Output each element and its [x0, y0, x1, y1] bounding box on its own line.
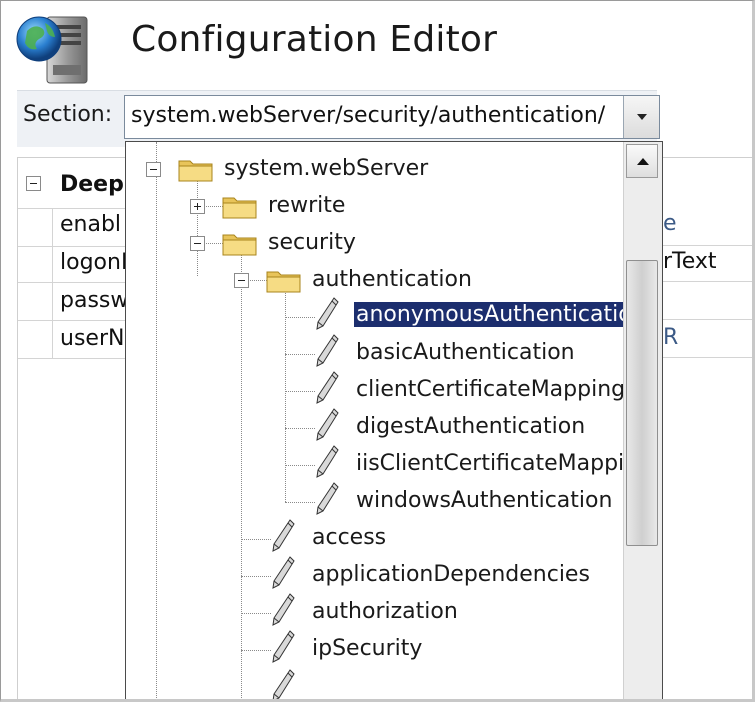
pencil-icon [316, 334, 339, 367]
iis-globe-server-icon [16, 16, 88, 84]
expand-icon[interactable] [190, 199, 205, 214]
pencil-icon [316, 371, 339, 404]
tree-node-label[interactable]: system.webServer [224, 156, 428, 181]
pencil-icon [316, 408, 339, 441]
grid-row-name: passw [60, 288, 129, 313]
collapse-icon[interactable] [190, 236, 205, 251]
collapse-icon[interactable] [146, 162, 161, 177]
scroll-up-button[interactable] [626, 144, 658, 178]
pencil-icon [272, 556, 295, 589]
tree-node-label[interactable]: windowsAuthentication [356, 488, 612, 513]
tree-node-label[interactable]: digestAuthentication [356, 414, 585, 439]
page-title: Configuration Editor [131, 19, 498, 60]
tree-scrollbar[interactable] [623, 142, 662, 699]
pencil-icon [272, 630, 295, 663]
tree-node-label[interactable]: iisClientCertificateMappir [356, 451, 626, 476]
tree-view: system.webServer rewrite security authen… [126, 142, 626, 699]
pencil-icon [272, 669, 295, 699]
folder-icon [178, 160, 213, 182]
folder-icon [222, 197, 257, 219]
folder-icon [266, 271, 301, 293]
section-dropdown-tree[interactable]: system.webServer rewrite security authen… [125, 141, 663, 699]
collapse-icon[interactable] [234, 273, 249, 288]
grid-row-name: userN [60, 326, 125, 351]
tree-node-label[interactable]: anonymousAuthenticatio [354, 302, 626, 327]
tree-node-label[interactable]: clientCertificateMapping [356, 377, 625, 402]
chevron-up-icon [637, 158, 649, 165]
grid-group-label: Deep [60, 172, 124, 197]
tree-node-label[interactable]: authentication [312, 267, 472, 292]
grid-row-value: rText [663, 249, 717, 274]
pencil-icon [272, 593, 295, 626]
grid-row-value: e [663, 211, 677, 236]
pencil-icon [272, 519, 295, 552]
tree-node-label[interactable]: authorization [312, 599, 458, 624]
section-dropdown-button[interactable] [623, 96, 659, 138]
pencil-icon [316, 445, 339, 478]
property-grid-values: e rText R [661, 157, 752, 367]
pencil-icon [316, 482, 339, 515]
section-combobox[interactable]: system.webServer/security/authentication… [124, 95, 660, 139]
section-combobox-value: system.webServer/security/authentication… [131, 103, 606, 128]
tree-node-label[interactable]: rewrite [268, 193, 345, 218]
property-grid: Deep enabl logonI passw userN [17, 157, 129, 699]
section-label: Section: [23, 102, 113, 127]
collapse-icon[interactable] [26, 176, 41, 191]
tree-node-label[interactable]: security [268, 230, 356, 255]
scrollbar-thumb[interactable] [626, 260, 658, 546]
grid-row-name: enabl [60, 212, 122, 237]
tree-node-label[interactable]: basicAuthentication [356, 340, 575, 365]
folder-icon [222, 234, 257, 256]
chevron-down-icon [637, 114, 647, 120]
grid-row-name: logonI [60, 250, 128, 275]
pencil-icon [316, 297, 339, 330]
tree-node-label[interactable]: applicationDependencies [312, 562, 590, 587]
grid-row-value: R [663, 325, 679, 350]
tree-node-label[interactable]: ipSecurity [312, 636, 422, 661]
tree-node-label[interactable]: access [312, 525, 386, 550]
configuration-editor-window: Configuration Editor Section: system.web… [0, 0, 755, 702]
